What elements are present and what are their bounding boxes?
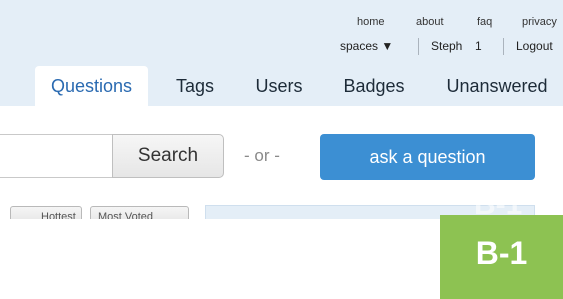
tab-questions[interactable]: Questions	[35, 66, 148, 106]
search-button[interactable]: Search	[112, 134, 224, 178]
sort-most-voted[interactable]: Most Voted	[90, 206, 189, 219]
top-links: home about faq privacy	[0, 16, 563, 30]
search-input[interactable]	[0, 134, 112, 178]
tab-unanswered[interactable]: Unanswered	[440, 66, 554, 106]
or-separator-text: - or -	[244, 146, 280, 165]
ask-question-button[interactable]: ask a question	[320, 134, 535, 180]
home-link[interactable]: home	[357, 16, 385, 28]
separator	[503, 38, 504, 55]
user-points: 1	[475, 39, 482, 53]
b1-badge: B-1	[440, 215, 563, 299]
about-link[interactable]: about	[416, 16, 444, 28]
separator	[418, 38, 419, 55]
tab-users[interactable]: Users	[250, 66, 308, 106]
tab-badges[interactable]: Badges	[336, 66, 412, 106]
nav-tabs: Questions Tags Users Badges Unanswered	[0, 66, 563, 106]
faq-link[interactable]: faq	[477, 16, 492, 28]
user-name-link[interactable]: Steph	[431, 39, 462, 53]
spaces-dropdown[interactable]: spaces ▼	[340, 39, 393, 53]
tab-tags[interactable]: Tags	[170, 66, 220, 106]
account-row: spaces ▼ Steph 1 Logout	[0, 39, 563, 55]
privacy-link[interactable]: privacy	[522, 16, 557, 28]
logout-link[interactable]: Logout	[516, 39, 553, 53]
sort-hottest[interactable]: Hottest	[10, 206, 82, 219]
